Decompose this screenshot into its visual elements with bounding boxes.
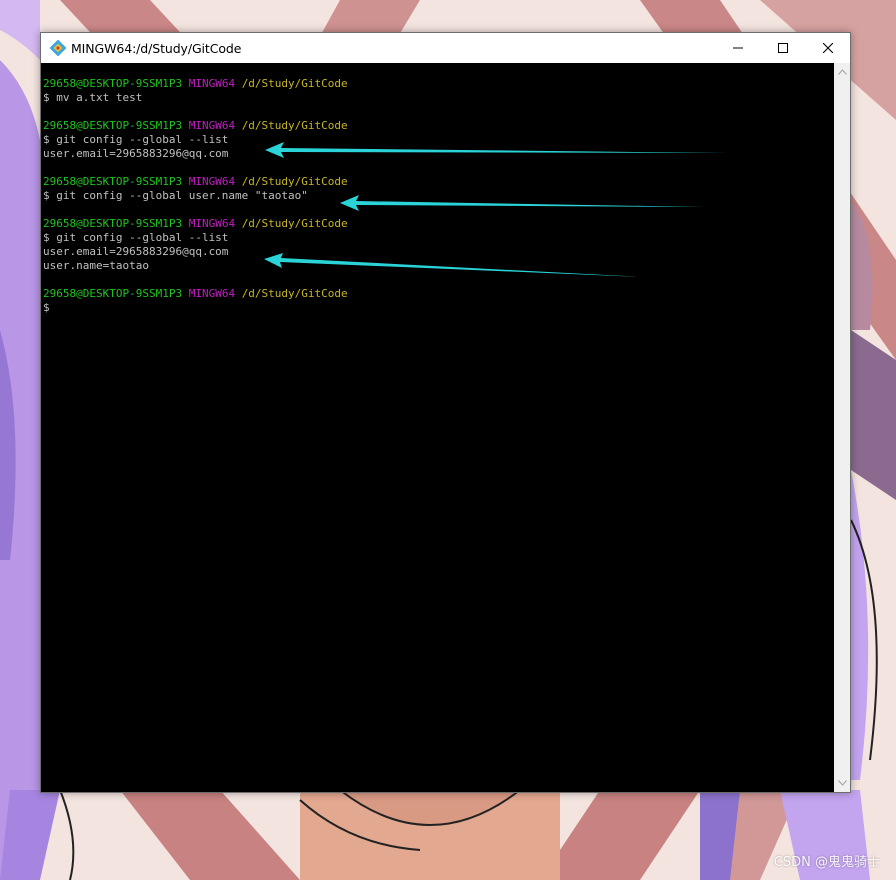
title-bar[interactable]: MINGW64:/d/Study/GitCode [41, 33, 850, 63]
output-line: $ git config --global --list [43, 231, 229, 244]
prompt-system: MINGW64 [188, 119, 236, 132]
output-line: user.name=taotao [43, 259, 149, 272]
output-line: $ [43, 301, 50, 314]
prompt-user-host: 29658@DESKTOP-9SSM1P3 [43, 119, 183, 132]
prompt-system: MINGW64 [188, 77, 236, 90]
window-title: MINGW64:/d/Study/GitCode [71, 40, 242, 56]
prompt-line: 29658@DESKTOP-9SSM1P3 MINGW64 /d/Study/G… [43, 175, 348, 189]
output-line: user.email=2965883296@qq.com [43, 147, 229, 160]
prompt-line: 29658@DESKTOP-9SSM1P3 MINGW64 /d/Study/G… [43, 287, 348, 301]
close-button[interactable] [805, 33, 851, 63]
prompt-path: /d/Study/GitCode [241, 77, 348, 90]
minimize-button[interactable] [715, 33, 761, 63]
prompt-path: /d/Study/GitCode [241, 217, 348, 230]
prompt-user-host: 29658@DESKTOP-9SSM1P3 [43, 287, 183, 300]
prompt-system: MINGW64 [188, 217, 236, 230]
vertical-scrollbar[interactable] [834, 63, 850, 792]
scroll-up-button[interactable] [834, 63, 850, 81]
prompt-user-host: 29658@DESKTOP-9SSM1P3 [43, 77, 183, 90]
prompt-path: /d/Study/GitCode [241, 287, 348, 300]
maximize-icon [778, 43, 788, 53]
watermark: CSDN @鬼鬼骑士 [773, 855, 880, 870]
prompt-user-host: 29658@DESKTOP-9SSM1P3 [43, 217, 183, 230]
prompt-path: /d/Study/GitCode [241, 175, 348, 188]
output-line: $ mv a.txt test [43, 91, 143, 104]
git-icon [50, 40, 66, 56]
close-icon [823, 43, 833, 53]
chevron-down-icon [837, 780, 847, 786]
prompt-line: 29658@DESKTOP-9SSM1P3 MINGW64 /d/Study/G… [43, 217, 348, 231]
terminal-lines: 29658@DESKTOP-9SSM1P3 MINGW64 /d/Study/G… [43, 77, 348, 315]
prompt-user-host: 29658@DESKTOP-9SSM1P3 [43, 175, 183, 188]
output-line: $ git config --global user.name "taotao" [43, 189, 308, 202]
prompt-line: 29658@DESKTOP-9SSM1P3 MINGW64 /d/Study/G… [43, 77, 348, 91]
output-line: user.email=2965883296@qq.com [43, 245, 229, 258]
terminal-output[interactable]: 29658@DESKTOP-9SSM1P3 MINGW64 /d/Study/G… [41, 63, 834, 792]
scroll-down-button[interactable] [834, 774, 850, 792]
prompt-path: /d/Study/GitCode [241, 119, 348, 132]
prompt-line: 29658@DESKTOP-9SSM1P3 MINGW64 /d/Study/G… [43, 119, 348, 133]
terminal-window: MINGW64:/d/Study/GitCode 29658@DESKTOP-9… [40, 32, 851, 793]
minimize-icon [733, 47, 743, 49]
chevron-up-icon [837, 69, 847, 75]
prompt-system: MINGW64 [188, 287, 236, 300]
maximize-button[interactable] [760, 33, 806, 63]
output-line: $ git config --global --list [43, 133, 229, 146]
prompt-system: MINGW64 [188, 175, 236, 188]
